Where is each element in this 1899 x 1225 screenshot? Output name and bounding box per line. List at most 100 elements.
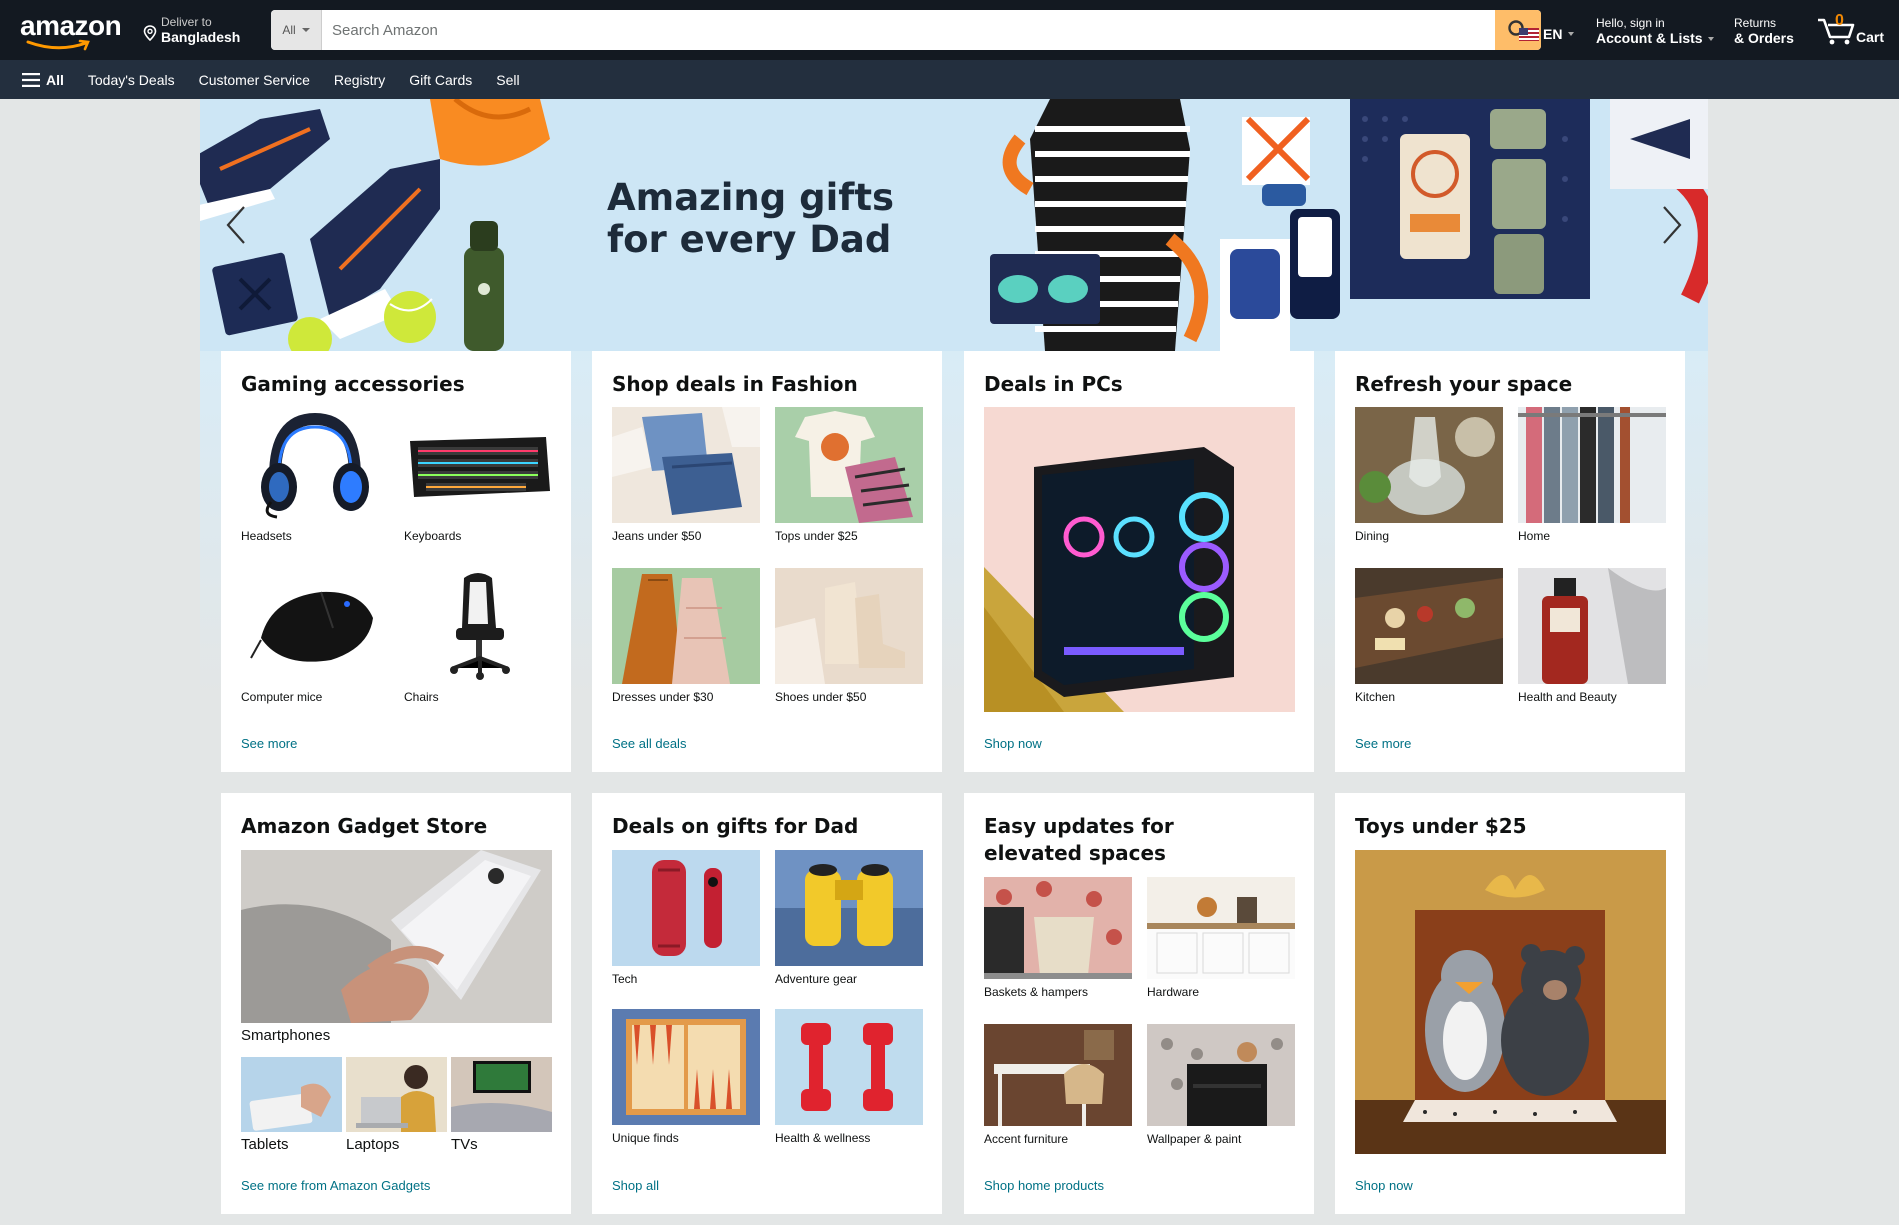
shop-all-link[interactable]: Shop all <box>612 1178 659 1193</box>
amazon-logo[interactable]: amazon <box>20 12 124 52</box>
card-title: Deals on gifts for Dad <box>612 814 859 838</box>
card-title: Deals in PCs <box>984 372 1123 396</box>
card-item-wallpaper[interactable]: Wallpaper & paint <box>1147 1024 1295 1146</box>
nav-registry[interactable]: Registry <box>334 72 385 88</box>
headset-image <box>241 407 389 523</box>
adventure-gear-image <box>775 850 923 966</box>
card-item-accent-furniture[interactable]: Accent furniture <box>984 1024 1132 1146</box>
hero-title-line2: for every Dad <box>607 218 892 261</box>
card-item-caption: Accent furniture <box>984 1132 1069 1146</box>
jeans-image <box>612 407 760 523</box>
see-more-link[interactable]: See more <box>1355 736 1411 751</box>
chevron-down-icon <box>1568 32 1575 36</box>
shop-now-link[interactable]: Shop now <box>984 736 1042 751</box>
card-item-caption: Unique finds <box>612 1131 679 1145</box>
home-image <box>1518 407 1666 523</box>
card-item-home[interactable]: Home <box>1518 407 1666 543</box>
card-item-baskets[interactable]: Baskets & hampers <box>984 877 1132 999</box>
card-item-hardware[interactable]: Hardware <box>1147 877 1295 999</box>
card-item-tablets[interactable]: Tablets <box>241 1057 342 1153</box>
toys-image[interactable] <box>1355 850 1666 1154</box>
unique-finds-image <box>612 1009 760 1125</box>
deliver-label: Deliver to <box>161 15 212 29</box>
card-item-caption: Wallpaper & paint <box>1147 1132 1242 1146</box>
card-title: Gaming accessories <box>241 372 465 396</box>
card-item-tops[interactable]: Tops under $25 <box>775 407 923 543</box>
carousel-prev-icon[interactable] <box>224 205 248 245</box>
card-item-caption: Keyboards <box>404 529 462 543</box>
card-elevated-spaces: Easy updates for elevated spaces Baskets… <box>964 793 1314 1214</box>
nav-customer-service[interactable]: Customer Service <box>199 72 310 88</box>
mouse-image <box>241 568 389 684</box>
see-more-gadgets-link[interactable]: See more from Amazon Gadgets <box>241 1178 430 1193</box>
search-category-label: All <box>282 23 296 37</box>
returns-label: Returns <box>1734 16 1777 30</box>
laptops-image <box>346 1057 447 1132</box>
returns-orders[interactable]: Returns & Orders <box>1734 16 1794 47</box>
card-pc-deals: Deals in PCs Shop now <box>964 351 1314 772</box>
see-all-deals-link[interactable]: See all deals <box>612 736 686 751</box>
smartphones-caption: Smartphones <box>241 1027 331 1044</box>
language-selector[interactable]: EN <box>1519 26 1575 42</box>
kitchen-image <box>1355 568 1503 684</box>
card-item-caption: Home <box>1518 529 1551 543</box>
card-item-dining[interactable]: Dining <box>1355 407 1503 543</box>
card-item-caption: Tablets <box>241 1136 289 1153</box>
shoes-image <box>775 568 923 684</box>
nav-todays-deals[interactable]: Today's Deals <box>88 72 175 88</box>
chevron-down-icon <box>1707 36 1714 41</box>
shop-home-products-link[interactable]: Shop home products <box>984 1178 1104 1193</box>
card-item-unique-finds[interactable]: Unique finds <box>612 1009 760 1145</box>
card-item-caption: Health and Beauty <box>1518 690 1617 704</box>
card-item-keyboards[interactable]: Keyboards <box>404 407 552 543</box>
search-category-dropdown[interactable]: All <box>271 10 322 50</box>
hero-left-products-image <box>200 99 550 351</box>
card-item-chairs[interactable]: Chairs <box>404 568 552 704</box>
card-item-caption: Kitchen <box>1355 690 1396 704</box>
card-item-caption: Tops under $25 <box>775 529 858 543</box>
see-more-link[interactable]: See more <box>241 736 297 751</box>
card-gaming-accessories: Gaming accessories Headsets Keyboards Co… <box>221 351 571 772</box>
card-item-tech[interactable]: Tech <box>612 850 760 986</box>
card-item-jeans[interactable]: Jeans under $50 <box>612 407 760 543</box>
card-item-computer-mice[interactable]: Computer mice <box>241 568 389 704</box>
deliver-to[interactable]: Deliver to Bangladesh <box>143 15 240 47</box>
tops-image <box>775 407 923 523</box>
card-item-kitchen[interactable]: Kitchen <box>1355 568 1503 704</box>
carousel-next-icon[interactable] <box>1660 205 1684 245</box>
deliver-location: Bangladesh <box>161 29 241 45</box>
top-nav: amazon Deliver to Bangladesh All EN <box>0 0 1899 60</box>
tablets-image <box>241 1057 342 1132</box>
card-item-adventure-gear[interactable]: Adventure gear <box>775 850 923 986</box>
card-item-caption: Health & wellness <box>775 1131 871 1145</box>
card-title: Amazon Gadget Store <box>241 814 488 838</box>
cart-button[interactable]: 0 Cart <box>1816 12 1886 48</box>
orders-label: & Orders <box>1734 30 1794 46</box>
card-item-dresses[interactable]: Dresses under $30 <box>612 568 760 704</box>
card-refresh-space: Refresh your space Dining Home Kitchen H… <box>1335 351 1685 772</box>
account-greeting: Hello, sign in <box>1596 16 1665 30</box>
account-label: Account & Lists <box>1596 30 1703 46</box>
cart-count: 0 <box>1835 12 1844 29</box>
card-item-health-beauty[interactable]: Health and Beauty <box>1518 568 1666 704</box>
shop-now-link[interactable]: Shop now <box>1355 1178 1413 1193</box>
nav-sell[interactable]: Sell <box>496 72 519 88</box>
card-item-headsets[interactable]: Headsets <box>241 407 389 543</box>
card-item-caption: Laptops <box>346 1136 400 1153</box>
search-input[interactable] <box>322 10 1495 50</box>
all-menu-button[interactable]: All <box>22 72 64 88</box>
pc-image[interactable] <box>984 407 1295 712</box>
card-item-health-wellness[interactable]: Health & wellness <box>775 1009 923 1145</box>
dining-image <box>1355 407 1503 523</box>
card-item-caption: TVs <box>451 1136 478 1153</box>
nav-gift-cards[interactable]: Gift Cards <box>409 72 472 88</box>
account-lists[interactable]: Hello, sign in Account & Lists <box>1596 16 1714 47</box>
smartphones-image[interactable] <box>241 850 552 1023</box>
card-item-caption: Tech <box>612 972 638 986</box>
card-item-laptops[interactable]: Laptops <box>346 1057 447 1153</box>
card-item-tvs[interactable]: TVs <box>451 1057 552 1153</box>
health-beauty-image <box>1518 568 1666 684</box>
card-item-caption: Shoes under $50 <box>775 690 867 704</box>
card-item-shoes[interactable]: Shoes under $50 <box>775 568 923 704</box>
logo-wordmark: amazon <box>20 10 122 41</box>
